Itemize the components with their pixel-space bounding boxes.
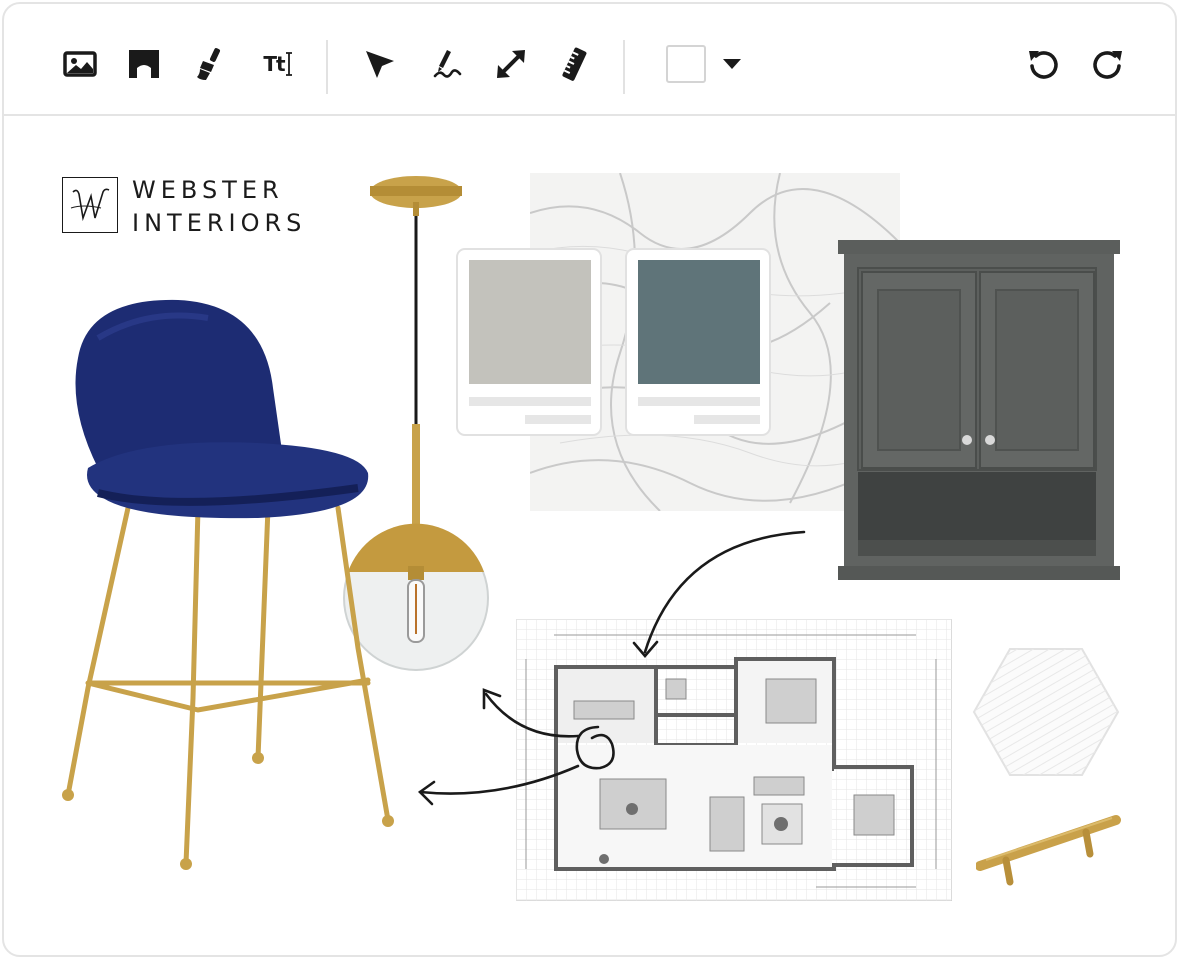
gray-wall-cabinet[interactable] — [838, 240, 1120, 582]
brush-tool-button[interactable] — [190, 44, 228, 84]
ruler-icon — [562, 47, 587, 81]
monogram-w-icon — [70, 188, 110, 222]
placeholder-line — [638, 397, 760, 406]
color-swatch-button[interactable] — [666, 45, 706, 83]
paint-sample-card[interactable] — [625, 248, 771, 436]
freehand-pen-icon — [433, 50, 462, 78]
redo-button[interactable] — [1088, 44, 1126, 84]
white-hexagon-tile[interactable] — [972, 647, 1120, 777]
shape-icon — [129, 50, 159, 78]
draw-tool-button[interactable] — [428, 44, 466, 84]
brand-name-line1: WEBSTER — [132, 176, 284, 204]
color-dropdown-button[interactable] — [718, 44, 746, 84]
toolbar: Tt — [4, 4, 1175, 116]
placeholder-line — [525, 415, 591, 424]
text-tool-button[interactable]: Tt — [258, 44, 298, 84]
measure-tool-button[interactable] — [555, 44, 593, 84]
shape-tool-button[interactable] — [125, 44, 163, 84]
brand-logo-monogram — [62, 177, 118, 233]
brand-name-line2: INTERIORS — [132, 209, 307, 237]
image-tool-button[interactable] — [61, 44, 99, 84]
toolbar-divider — [623, 40, 625, 94]
redo-icon — [1093, 51, 1122, 79]
placeholder-line — [694, 415, 760, 424]
paint-brush-icon — [197, 48, 221, 80]
select-tool-button[interactable] — [361, 44, 399, 84]
caret-down-icon — [723, 59, 741, 69]
arrow-tool-button[interactable] — [492, 44, 530, 84]
floor-plan[interactable] — [516, 619, 952, 901]
image-icon — [63, 51, 97, 77]
text-cursor-icon — [285, 52, 292, 76]
blue-velvet-bar-stool[interactable] — [58, 298, 398, 873]
undo-icon — [1029, 51, 1058, 79]
pointer-arrow-icon — [366, 51, 394, 78]
brass-cabinet-pull[interactable] — [976, 814, 1124, 888]
toolbar-divider — [326, 40, 328, 94]
text-icon: Tt — [263, 52, 285, 76]
paint-chip-slate-blue — [638, 260, 760, 384]
undo-button[interactable] — [1025, 44, 1063, 84]
resize-arrow-icon — [497, 50, 525, 78]
